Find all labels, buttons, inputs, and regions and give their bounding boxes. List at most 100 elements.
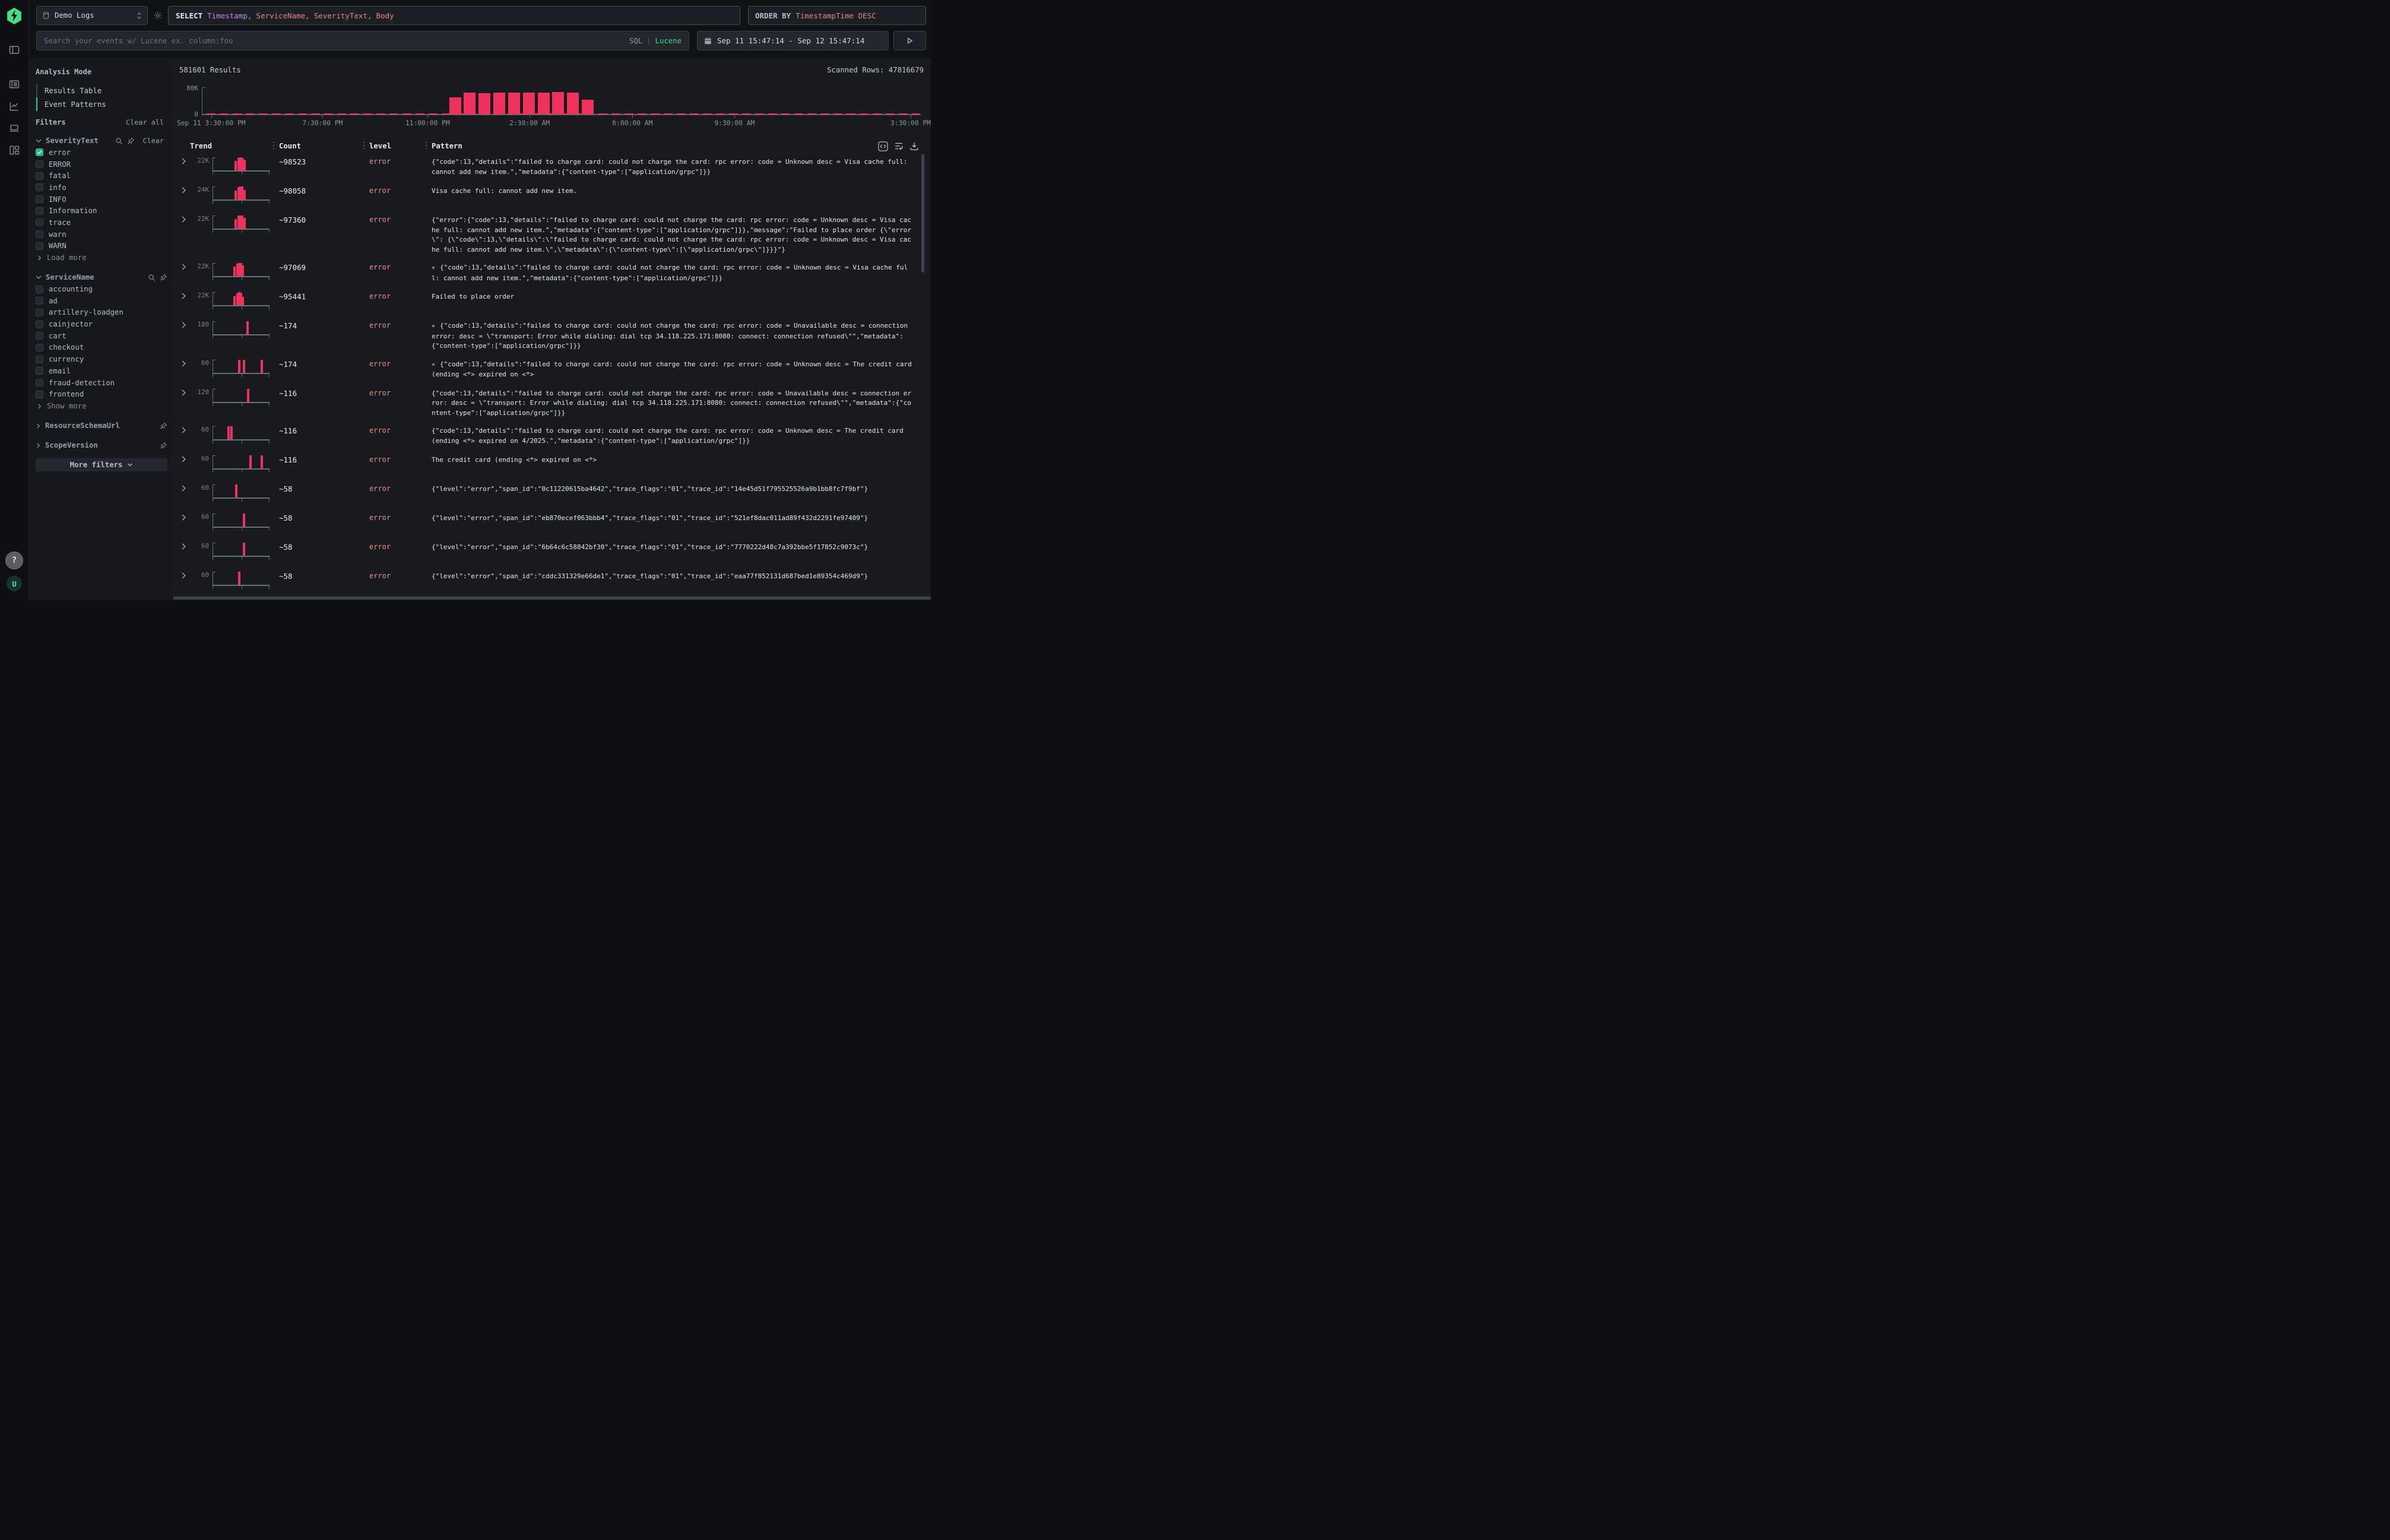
pin-icon[interactable] (160, 422, 167, 430)
analysis-mode-option[interactable]: Event Patterns (36, 97, 167, 111)
table-row[interactable]: 120~116error{"code":13,"details":"failed… (179, 384, 924, 422)
filter-option-cainjector[interactable]: cainjector (36, 318, 167, 330)
dashboards-icon[interactable] (8, 144, 20, 156)
chart-bar[interactable] (493, 93, 505, 114)
row-expand-chevron-icon[interactable] (179, 541, 191, 563)
table-row[interactable]: 60~58error{"level":"error","span_id":"cd… (179, 567, 924, 596)
checkbox[interactable] (36, 183, 43, 191)
load-more-link[interactable]: Load more (37, 252, 167, 264)
filter-option-fraud-detection[interactable]: fraud-detection (36, 377, 167, 389)
filter-option-frontend[interactable]: frontend (36, 388, 167, 400)
checkbox[interactable] (36, 321, 43, 328)
checkbox[interactable] (36, 195, 43, 203)
checkbox[interactable] (36, 218, 43, 226)
row-expand-chevron-icon[interactable] (179, 185, 191, 207)
events-histogram[interactable]: 80K0Sep 11 3:30:00 PM7:30:00 PM11:00:00 … (179, 74, 924, 130)
filter-option-error[interactable]: ERROR (36, 159, 167, 170)
pin-icon[interactable] (127, 137, 135, 145)
checkbox[interactable] (36, 356, 43, 363)
filter-option-info[interactable]: INFO (36, 194, 167, 205)
checkbox[interactable] (36, 379, 43, 386)
row-expand-chevron-icon[interactable] (179, 214, 191, 255)
chart-bar[interactable] (552, 92, 564, 114)
filter-option-error[interactable]: error (36, 147, 167, 159)
row-expand-chevron-icon[interactable] (179, 319, 191, 351)
filter-option-accounting[interactable]: accounting (36, 283, 167, 295)
user-avatar[interactable]: U (7, 576, 22, 591)
source-select[interactable]: Demo Logs (36, 6, 148, 25)
filter-group-name[interactable]: ScopeVersion (45, 441, 156, 449)
table-row[interactable]: 22K~97069error×{"code":13,"details":"fai… (179, 258, 924, 287)
chart-bar[interactable] (508, 93, 520, 114)
checkbox[interactable] (36, 391, 43, 398)
clear-filter-button[interactable]: Clear (139, 136, 167, 145)
mode-toggle-sql[interactable]: SQL (629, 37, 642, 45)
column-header-level[interactable]: level (369, 142, 391, 150)
chevron-right-icon[interactable] (36, 443, 41, 448)
download-icon[interactable] (909, 141, 919, 151)
row-expand-chevron-icon[interactable] (179, 156, 191, 178)
source-settings-gear-icon[interactable] (153, 11, 163, 20)
row-expand-chevron-icon[interactable] (179, 512, 191, 534)
checkbox[interactable] (36, 332, 43, 340)
filter-option-cart[interactable]: cart (36, 330, 167, 342)
filter-option-email[interactable]: email (36, 365, 167, 377)
column-header-count[interactable]: Count (279, 142, 301, 150)
table-row[interactable]: 60~174error×{"code":13,"details":"failed… (179, 355, 924, 384)
analysis-mode-option[interactable]: Results Table (36, 84, 167, 97)
chart-bar[interactable] (523, 93, 535, 114)
row-expand-chevron-icon[interactable] (179, 424, 191, 447)
chart-bar[interactable] (478, 93, 490, 114)
sidebar-toggle-icon[interactable] (8, 44, 20, 56)
date-range-picker[interactable]: Sep 11 15:47:14 - Sep 12 15:47:14 (697, 31, 889, 50)
filter-group-name[interactable]: ResourceSchemaUrl (45, 422, 156, 430)
wrap-lines-icon[interactable] (894, 141, 904, 151)
checkbox[interactable] (36, 230, 43, 238)
filter-option-info[interactable]: info (36, 182, 167, 194)
filter-option-warn[interactable]: warn (36, 229, 167, 240)
load-more-link[interactable]: Show more (37, 400, 167, 412)
column-header-trend[interactable]: Trend (190, 142, 212, 150)
vertical-scrollbar[interactable] (921, 154, 924, 272)
table-row[interactable]: 60~116errorThe credit card (ending <*> e… (179, 451, 924, 480)
mode-toggle-lucene[interactable]: Lucene (655, 37, 682, 45)
table-row[interactable]: 60~116error{"code":13,"details":"failed … (179, 422, 924, 451)
order-by-input[interactable]: ORDER BYTimestampTime DESC (748, 6, 926, 25)
pin-icon[interactable] (160, 274, 167, 281)
more-filters-button[interactable]: More filters (36, 458, 167, 471)
chart-bar[interactable] (464, 93, 476, 114)
filter-group-name[interactable]: SeverityText (46, 137, 111, 145)
filter-option-warn[interactable]: WARN (36, 240, 167, 252)
row-expand-chevron-icon[interactable] (179, 387, 191, 419)
checkbox[interactable] (36, 286, 43, 293)
table-row[interactable]: 60~58error{"level":"error","span_id":"eb… (179, 509, 924, 538)
chevron-right-icon[interactable] (36, 423, 41, 429)
row-expand-chevron-icon[interactable] (179, 483, 191, 505)
table-row[interactable]: 22K~98523error{"code":13,"details":"fail… (179, 153, 924, 182)
client-sessions-icon[interactable] (8, 122, 20, 134)
checkbox[interactable] (36, 344, 43, 351)
search-icon[interactable] (115, 137, 123, 145)
run-query-button[interactable] (893, 31, 926, 50)
chart-bar[interactable] (538, 93, 550, 114)
table-row[interactable]: 60~58error{"level":"error","span_id":"6b… (179, 538, 924, 567)
row-expand-chevron-icon[interactable] (179, 290, 191, 313)
filter-option-artillery-loadgen[interactable]: artillery-loadgen (36, 307, 167, 319)
filter-option-trace[interactable]: trace (36, 217, 167, 229)
column-config-icon[interactable] (878, 141, 888, 151)
checkbox[interactable] (36, 367, 43, 375)
checkbox[interactable] (36, 242, 43, 250)
row-expand-chevron-icon[interactable] (179, 570, 191, 592)
help-button[interactable]: ? (5, 552, 23, 569)
pin-icon[interactable] (160, 442, 167, 449)
checkbox[interactable] (36, 148, 43, 156)
clear-all-filters-button[interactable]: Clear all (122, 118, 167, 127)
column-header-pattern[interactable]: Pattern (432, 142, 462, 150)
filter-group-name[interactable]: ServiceName (46, 273, 144, 281)
filter-option-checkout[interactable]: checkout (36, 342, 167, 354)
search-logs-icon[interactable] (8, 78, 20, 90)
select-query-input[interactable]: SELECTTimestamp,ServiceName,SeverityText… (168, 6, 740, 25)
chart-explorer-icon[interactable] (8, 100, 20, 112)
chart-bar[interactable] (582, 100, 594, 114)
horizontal-scrollbar[interactable] (173, 597, 931, 600)
